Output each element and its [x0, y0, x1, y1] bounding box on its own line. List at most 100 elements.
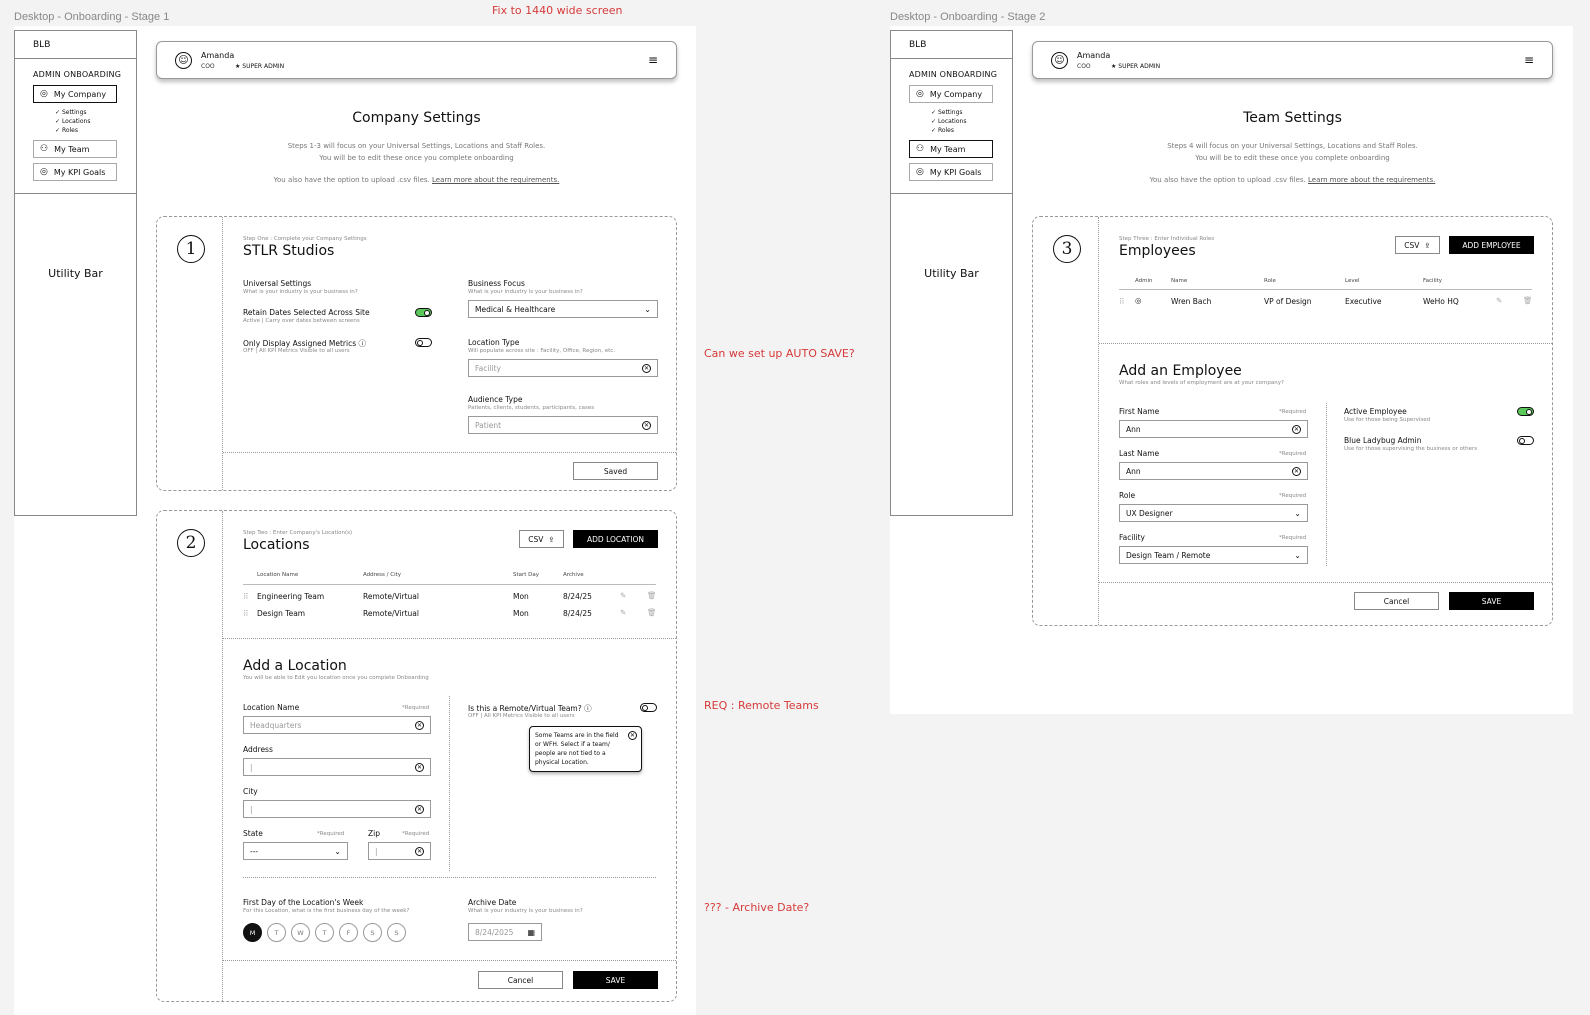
sidebar-item-label: My Team [930, 144, 966, 154]
day-wednesday[interactable]: W [291, 923, 310, 942]
note-remote-teams: REQ : Remote Teams [704, 699, 819, 712]
step-number: 2 [177, 529, 205, 557]
location-type-input[interactable]: Facility ✕ [468, 359, 658, 377]
state-select[interactable]: --- ⌄ [243, 842, 348, 860]
day-tuesday[interactable]: T [267, 923, 286, 942]
avatar[interactable]: ☺ [1051, 52, 1068, 69]
drag-handle-icon[interactable]: ⠿ [243, 609, 249, 618]
first-day-sub: For this Location, what is the first bus… [243, 908, 410, 914]
sidebar-subitem-roles[interactable]: ✓ Roles [55, 126, 136, 135]
sidebar-subitem-roles[interactable]: ✓ Roles [931, 126, 1012, 135]
first-name-input[interactable]: Ann ✕ [1119, 420, 1308, 438]
day-sunday[interactable]: S [387, 923, 406, 942]
trash-icon[interactable]: 🗑 [1523, 296, 1533, 305]
trash-icon[interactable]: 🗑 [647, 608, 657, 617]
sidebar-item-my-team[interactable]: ⚇ My Team [33, 140, 117, 158]
sidebar-item-label: My KPI Goals [53, 167, 106, 177]
drag-handle-icon[interactable]: ⠿ [1119, 297, 1125, 306]
facility-select[interactable]: Design Team / Remote ⌄ [1119, 546, 1308, 564]
chevron-down-icon: ⌄ [334, 846, 341, 856]
sidebar-item-my-company[interactable]: ◎ My Company [909, 85, 993, 103]
universal-settings-label: Universal Settings [243, 279, 312, 288]
utility-bar: Utility Bar [15, 193, 136, 353]
col-admin: Admin [1135, 278, 1153, 284]
csv-upload-button[interactable]: CSV ⇪ [519, 530, 564, 548]
first-name-label: First Name [1119, 407, 1160, 416]
sidebar-item-kpi-goals[interactable]: ◎ My KPI Goals [33, 163, 117, 181]
sidebar-item-kpi-goals[interactable]: ◎ My KPI Goals [909, 163, 993, 181]
requirements-link[interactable]: Learn more about the requirements. [1308, 176, 1435, 184]
cancel-button[interactable]: Cancel [478, 971, 563, 989]
save-button[interactable]: SAVE [573, 971, 658, 989]
sidebar-subitem-locations[interactable]: ✓ Locations [55, 117, 136, 126]
saved-button[interactable]: Saved [573, 462, 658, 480]
day-thursday[interactable]: T [315, 923, 334, 942]
audience-type-sub: Patients, clients, students, participant… [468, 405, 595, 411]
step3-card: 3 Step Three : Enter Individual Roles Em… [1032, 216, 1553, 626]
target-icon: ◎ [40, 88, 48, 99]
day-monday[interactable]: M [243, 923, 262, 942]
archive-date-input[interactable]: 8/24/2025 ▦ [468, 923, 542, 941]
edit-icon[interactable]: ✎ [620, 608, 626, 617]
edit-icon[interactable]: ✎ [1496, 296, 1502, 305]
col-location-name: Location Name [257, 572, 299, 578]
active-employee-toggle[interactable] [1517, 407, 1534, 416]
step1-card: 1 Step One : Complete your Company Setti… [156, 216, 677, 491]
frame-label-stage2: Desktop - Onboarding - Stage 2 [890, 11, 1046, 23]
business-focus-sub: What is your industry is your business i… [468, 289, 583, 295]
avatar[interactable]: ☺ [175, 52, 192, 69]
sidebar-heading: ADMIN ONBOARDING [909, 70, 998, 79]
note-autosave: Can we set up AUTO SAVE? [704, 347, 855, 360]
day-saturday[interactable]: S [363, 923, 382, 942]
logo: BLB [15, 31, 136, 59]
user-role: COO [1077, 63, 1091, 70]
location-name-input[interactable]: Headquarters ✕ [243, 716, 431, 734]
retain-dates-toggle[interactable] [415, 308, 432, 317]
zip-input[interactable]: | ✕ [368, 842, 431, 860]
col-name: Name [1171, 278, 1188, 284]
step-label: Step Three : Enter Individual Roles [1119, 236, 1215, 242]
role-select[interactable]: UX Designer ⌄ [1119, 504, 1308, 522]
address-input[interactable]: | ✕ [243, 758, 431, 776]
sidebar-item-my-company[interactable]: ◎ My Company [33, 85, 117, 103]
csv-upload-button[interactable]: CSV ⇪ [1395, 236, 1440, 254]
chevron-down-icon: ⌄ [1294, 550, 1301, 560]
requirements-link[interactable]: Learn more about the requirements. [432, 176, 559, 184]
only-assigned-toggle[interactable] [415, 338, 432, 347]
hamburger-icon[interactable]: ≡ [648, 53, 658, 67]
retain-dates-sub: Active | Carry over dates between screen… [243, 318, 360, 324]
save-button[interactable]: SAVE [1449, 592, 1534, 610]
add-employee-button[interactable]: ADD EMPLOYEE [1449, 236, 1534, 254]
trash-icon[interactable]: 🗑 [647, 591, 657, 600]
add-location-sub: You will be able to Edit you location on… [243, 675, 429, 681]
audience-type-input[interactable]: Patient ✕ [468, 416, 658, 434]
business-focus-select[interactable]: Medical & Healthcare ⌄ [468, 300, 658, 318]
retain-dates-label: Retain Dates Selected Across Site [243, 308, 370, 317]
drag-handle-icon[interactable]: ⠿ [243, 592, 249, 601]
col-level: Level [1345, 278, 1360, 284]
step-label: Step One : Complete your Company Setting… [243, 236, 367, 242]
edit-icon[interactable]: ✎ [620, 591, 626, 600]
chevron-down-icon: ⌄ [1294, 508, 1301, 518]
intro-text: Steps 4 will focus on your Universal Set… [1149, 142, 1436, 184]
city-input[interactable]: | ✕ [243, 800, 431, 818]
sidebar-subitem-locations[interactable]: ✓ Locations [931, 117, 1012, 126]
location-type-sub: Will populate across site : Facility, Of… [468, 348, 616, 354]
day-friday[interactable]: F [339, 923, 358, 942]
hamburger-icon[interactable]: ≡ [1524, 53, 1534, 67]
remote-team-toggle[interactable] [640, 703, 657, 712]
col-facility: Facility [1423, 278, 1443, 284]
sidebar-subitem-settings[interactable]: ✓ Settings [55, 108, 136, 117]
clear-icon: ✕ [415, 846, 424, 856]
sidebar-item-my-team[interactable]: ⚇ My Team [909, 140, 993, 158]
bl-admin-toggle[interactable] [1517, 436, 1534, 445]
remote-team-sub: OFF | All KPI Metrics Visible to all use… [468, 713, 575, 719]
sidebar-subitem-settings[interactable]: ✓ Settings [931, 108, 1012, 117]
last-name-input[interactable]: Ann ✕ [1119, 462, 1308, 480]
add-location-button[interactable]: ADD LOCATION [573, 530, 658, 548]
cancel-button[interactable]: Cancel [1354, 592, 1439, 610]
step-label: Step Two : Enter Company's Location(s) [243, 530, 353, 536]
close-icon[interactable]: ✕ [628, 731, 637, 740]
upload-icon: ⇪ [548, 534, 555, 544]
step2-card: 2 Step Two : Enter Company's Location(s)… [156, 510, 677, 1002]
